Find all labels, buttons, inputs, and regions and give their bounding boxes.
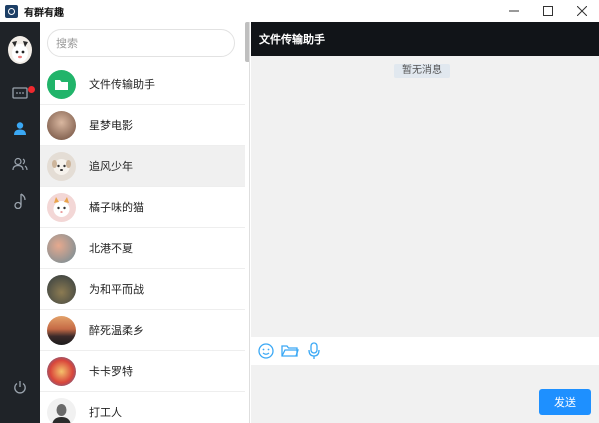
nav-chat-button[interactable]: [11, 85, 29, 103]
person-icon: [52, 403, 71, 423]
microphone-icon: [308, 342, 320, 359]
message-input[interactable]: 发送: [251, 365, 599, 423]
unread-badge: [28, 86, 35, 93]
title-bar: 有群有趣: [0, 0, 599, 22]
contact-name: 追风少年: [89, 160, 133, 173]
emoji-button[interactable]: [257, 342, 275, 360]
contact-item[interactable]: 为和平而战: [40, 269, 245, 310]
window-controls: [497, 0, 599, 22]
list-scrollbar[interactable]: [245, 22, 249, 62]
photo-avatar: [47, 233, 76, 263]
contact-name: 星梦电影: [89, 119, 133, 132]
file-button[interactable]: [281, 342, 299, 360]
person-avatar: [47, 397, 76, 423]
window-title: 有群有趣: [24, 7, 64, 19]
chat-title: 文件传输助手: [259, 33, 325, 46]
search-input[interactable]: 搜索: [47, 29, 235, 57]
contact-item[interactable]: 橘子味的猫: [40, 187, 245, 228]
search-placeholder: 搜索: [56, 37, 78, 50]
folder-icon: [281, 345, 299, 357]
logout-button[interactable]: [11, 378, 29, 396]
sunset-avatar: [47, 315, 76, 345]
photo-avatar: [47, 356, 76, 386]
contact-item[interactable]: 北港不夏: [40, 228, 245, 269]
music-icon: [14, 193, 26, 209]
minimize-button[interactable]: [497, 0, 531, 22]
power-icon: [14, 381, 26, 394]
contact-list-pane: 搜索 文件传输助手 星梦电影 追风少年 橘子味的猫 北港不夏 为和平而战 醉死温…: [40, 22, 250, 423]
chat-header: 文件传输助手: [251, 22, 599, 56]
photo-avatar: [47, 274, 76, 304]
cat-avatar: [47, 192, 76, 222]
empty-message-notice: 暂无消息: [394, 64, 450, 78]
cartoon-avatar-icon: [12, 41, 28, 62]
cat-icon: [53, 196, 70, 217]
photo-avatar: [47, 110, 76, 140]
emoji-icon: [258, 343, 274, 359]
maximize-button[interactable]: [531, 0, 565, 22]
dog-avatar: [47, 151, 76, 181]
contact-name: 文件传输助手: [89, 78, 155, 91]
group-icon: [12, 157, 28, 171]
contact-item[interactable]: 卡卡罗特: [40, 351, 245, 392]
folder-icon: [55, 79, 68, 90]
close-icon: [577, 6, 587, 16]
maximize-icon: [543, 6, 553, 16]
nav-contacts-button[interactable]: [11, 119, 29, 137]
contact-item[interactable]: 星梦电影: [40, 105, 245, 146]
contacts-icon: [14, 122, 26, 135]
dog-icon: [52, 158, 71, 175]
contact-name: 醉死温柔乡: [89, 324, 144, 337]
minimize-icon: [509, 10, 519, 12]
contact-item[interactable]: 打工人: [40, 392, 245, 423]
nav-rail: [0, 22, 40, 423]
user-avatar[interactable]: [8, 36, 32, 64]
chat-icon: [12, 87, 28, 99]
nav-group-button[interactable]: [11, 155, 29, 173]
send-button[interactable]: 发送: [539, 389, 591, 415]
contact-item[interactable]: 追风少年: [40, 146, 245, 187]
app-logo-icon: [5, 4, 18, 18]
contact-name: 北港不夏: [89, 242, 133, 255]
voice-button[interactable]: [305, 342, 323, 360]
input-toolbar: [251, 337, 599, 365]
contact-name: 卡卡罗特: [89, 365, 133, 378]
nav-music-button[interactable]: [11, 192, 29, 210]
message-area: 暂无消息: [251, 56, 599, 337]
contact-item[interactable]: 文件传输助手: [40, 64, 245, 105]
folder-avatar: [47, 69, 76, 99]
contact-name: 为和平而战: [89, 283, 144, 296]
contact-name: 橘子味的猫: [89, 201, 144, 214]
contact-item[interactable]: 醉死温柔乡: [40, 310, 245, 351]
contact-name: 打工人: [89, 406, 122, 419]
close-button[interactable]: [565, 0, 599, 22]
